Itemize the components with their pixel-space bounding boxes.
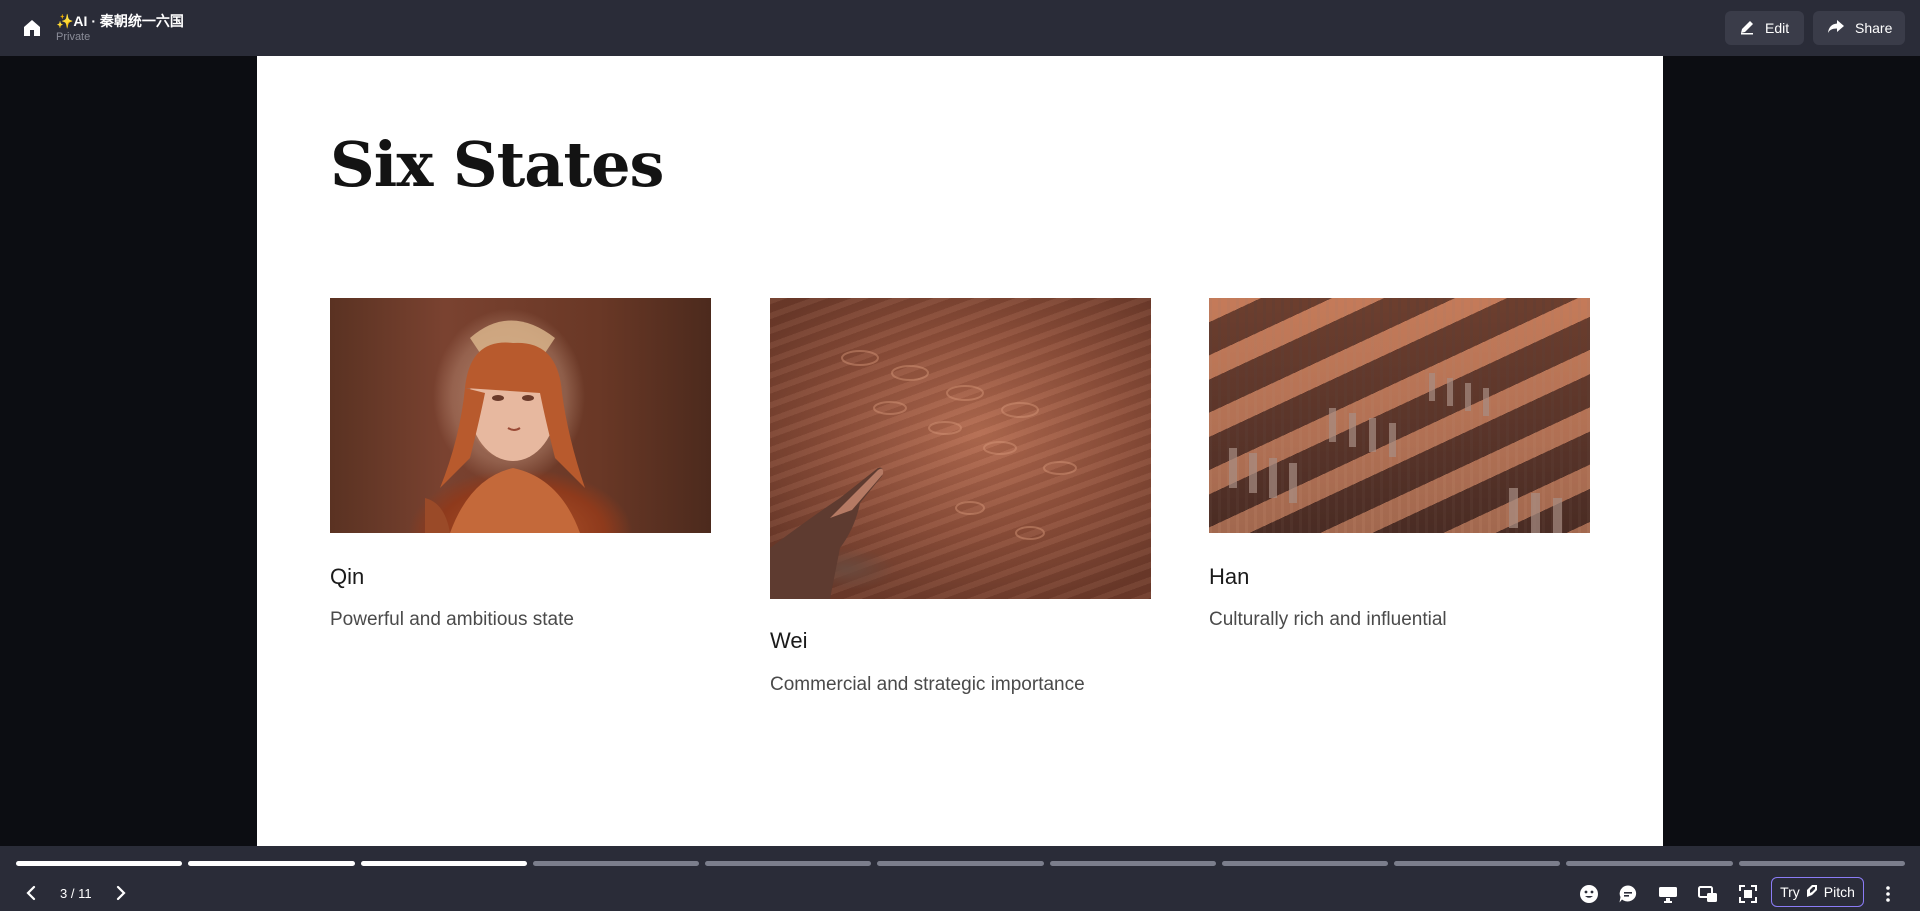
- progress-segment[interactable]: [1221, 861, 1389, 866]
- share-arrow-icon: [1827, 19, 1845, 38]
- pitch-label: Pitch: [1823, 884, 1855, 900]
- share-button[interactable]: Share: [1813, 11, 1905, 45]
- next-slide-icon[interactable]: [110, 882, 132, 904]
- progress-segment[interactable]: [1394, 861, 1561, 866]
- progress-segment[interactable]: [360, 861, 527, 866]
- presenter-icon[interactable]: [1657, 883, 1679, 905]
- progress-segment[interactable]: [188, 861, 355, 866]
- page-indicator: 3 / 11: [60, 886, 92, 901]
- state-description: Powerful and ambitious state: [330, 609, 574, 630]
- visibility-label: Private: [56, 31, 91, 43]
- fullscreen-icon[interactable]: [1737, 883, 1759, 905]
- comment-icon[interactable]: [1617, 883, 1639, 905]
- progress-segment[interactable]: [1049, 861, 1216, 866]
- progress-segment[interactable]: [1738, 861, 1905, 866]
- state-name: Qin: [330, 564, 365, 589]
- slide-canvas: Six States Qin Powerful and ambitious st…: [257, 56, 1663, 846]
- emoji-icon[interactable]: [1578, 883, 1600, 905]
- slide-progress[interactable]: [16, 861, 1905, 866]
- state-description: Culturally rich and influential: [1209, 609, 1447, 630]
- slide-title: Six States: [330, 128, 664, 201]
- try-label: Try: [1780, 884, 1800, 900]
- progress-segment[interactable]: [1566, 861, 1733, 866]
- state-name: Wei: [770, 628, 808, 653]
- presentation-title[interactable]: ✨AI · 秦朝统一六国: [56, 12, 184, 30]
- home-icon[interactable]: [20, 16, 44, 40]
- state-description: Commercial and strategic importance: [770, 674, 1085, 695]
- share-label: Share: [1855, 20, 1893, 36]
- state-card-qin: Qin Powerful and ambitious state: [330, 298, 711, 630]
- pencil-icon: [1739, 19, 1755, 38]
- more-icon[interactable]: [1877, 883, 1899, 905]
- edit-button[interactable]: Edit: [1725, 11, 1804, 45]
- qin-fresco-image: [330, 298, 711, 533]
- pitch-logo-icon: [1806, 884, 1818, 901]
- previous-slide-icon[interactable]: [20, 882, 42, 904]
- progress-segment[interactable]: [16, 861, 183, 866]
- edit-label: Edit: [1765, 20, 1790, 36]
- wei-rock-image: [770, 298, 1151, 599]
- screens-icon[interactable]: [1697, 883, 1719, 905]
- han-terracotta-image: [1209, 298, 1590, 533]
- progress-segment[interactable]: [532, 861, 700, 866]
- try-pitch-button[interactable]: Try Pitch: [1771, 877, 1864, 907]
- bottom-bar: 3 / 11 Try Pitch: [0, 846, 1920, 911]
- top-bar: ✨AI · 秦朝统一六国 Private Edit Share: [0, 0, 1920, 56]
- state-name: Han: [1209, 564, 1250, 589]
- title-block: ✨AI · 秦朝统一六国 Private: [56, 12, 184, 44]
- progress-segment[interactable]: [705, 861, 872, 866]
- progress-segment[interactable]: [877, 861, 1044, 866]
- state-card-han: Han Culturally rich and influential: [1209, 298, 1590, 630]
- state-card-wei: Wei Commercial and strategic importance: [770, 298, 1151, 695]
